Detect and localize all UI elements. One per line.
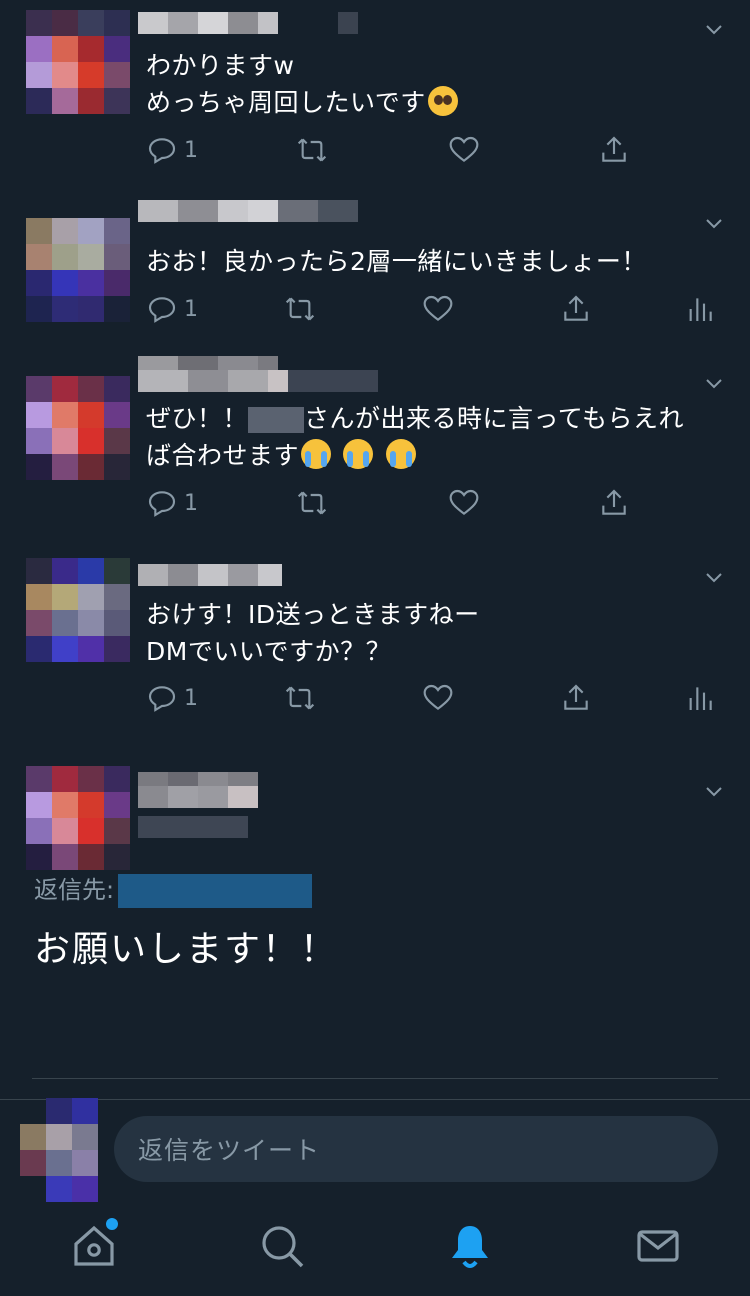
share-icon: [564, 295, 588, 321]
like-icon: [449, 489, 479, 516]
tweet-text: ぜひ！！ さんが出来る時に言ってもらえれ ば合わせます: [146, 404, 685, 470]
reply-count: 1: [184, 685, 198, 711]
handle-obscured: [138, 786, 258, 808]
reply-count: 1: [184, 490, 198, 516]
reply-button[interactable]: 1: [146, 292, 198, 326]
avatar[interactable]: [26, 218, 130, 322]
crying-face-emoji: [385, 439, 416, 469]
notification-dot: [106, 1218, 118, 1230]
like-icon: [423, 295, 453, 322]
retweet-icon: [285, 297, 315, 321]
chevron-down-icon[interactable]: [706, 376, 722, 392]
avatar[interactable]: [26, 376, 130, 480]
nav-messages[interactable]: [634, 1222, 682, 1270]
bottom-navigation: [0, 1208, 750, 1288]
like-icon: [449, 136, 479, 163]
bell-icon: [452, 1226, 488, 1268]
chevron-down-icon[interactable]: [706, 784, 722, 800]
reply-button[interactable]: 1: [146, 133, 198, 167]
reply-icon: [148, 297, 176, 323]
retweet-icon: [285, 686, 315, 710]
share-icon: [602, 136, 626, 162]
username-obscured: [138, 370, 378, 392]
tweet-text: おお！良かったら2層一緒にいきましょー！: [146, 247, 647, 276]
reply-count: 1: [184, 137, 198, 163]
share-icon: [564, 684, 588, 710]
tweet-text: おけす！ID送っときますねー DMでいいですか？？: [146, 600, 480, 666]
tweet-actions: 1: [146, 681, 726, 717]
tweet-actions: 1: [146, 133, 726, 169]
chevron-down-icon[interactable]: [706, 216, 722, 232]
like-button[interactable]: [422, 292, 454, 326]
share-button[interactable]: [598, 133, 630, 167]
share-button[interactable]: [560, 681, 592, 715]
like-button[interactable]: [448, 486, 480, 520]
focused-tweet-text: お願いします！！: [34, 929, 339, 970]
share-button[interactable]: [560, 292, 592, 326]
tweet-actions: 1: [146, 486, 726, 522]
crying-face-emoji: [343, 439, 374, 469]
retweet-icon: [297, 491, 327, 515]
crying-face-emoji: [301, 439, 332, 469]
like-icon: [423, 684, 453, 711]
tweet-actions: 1: [146, 292, 726, 328]
username-obscured: [138, 200, 358, 222]
reply-count: 1: [184, 296, 198, 322]
retweet-button[interactable]: [296, 486, 328, 520]
analytics-button[interactable]: [684, 681, 716, 715]
reply-to: 返信先:: [34, 870, 313, 908]
divider: [32, 1078, 718, 1079]
like-button[interactable]: [448, 133, 480, 167]
reply-input[interactable]: [114, 1116, 680, 1184]
chevron-down-icon[interactable]: [706, 570, 722, 586]
mention-obscured: [248, 407, 305, 433]
like-button[interactable]: [422, 681, 454, 715]
analytics-button[interactable]: [684, 292, 716, 326]
reply-icon: [148, 686, 176, 712]
tweet-text: わかりますw めっちゃ周回したいです: [146, 47, 460, 121]
mail-icon: [637, 1230, 679, 1262]
search-icon: [262, 1226, 304, 1268]
avatar[interactable]: [26, 766, 130, 870]
retweet-button[interactable]: [296, 133, 328, 167]
retweet-icon: [297, 138, 327, 162]
reply-composer[interactable]: [114, 1116, 718, 1184]
reply-button[interactable]: 1: [146, 681, 198, 715]
share-button[interactable]: [598, 486, 630, 520]
nav-search[interactable]: [258, 1222, 306, 1270]
pleading-face-emoji: [427, 86, 458, 116]
reply-to-handle-obscured[interactable]: [118, 874, 313, 908]
handle-obscured: [138, 816, 248, 838]
reply-icon: [148, 138, 176, 164]
username-obscured: [138, 564, 282, 586]
reply-icon: [148, 491, 176, 517]
avatar[interactable]: [26, 10, 130, 114]
reply-to-label: 返信先:: [34, 876, 115, 904]
chevron-down-icon[interactable]: [706, 22, 722, 38]
analytics-icon: [689, 298, 712, 321]
reply-button[interactable]: 1: [146, 486, 198, 520]
retweet-button[interactable]: [284, 292, 316, 326]
nav-home[interactable]: [70, 1218, 118, 1270]
share-icon: [602, 489, 626, 515]
analytics-icon: [689, 687, 712, 710]
username-obscured: [138, 12, 358, 34]
retweet-button[interactable]: [284, 681, 316, 715]
composer-avatar: [20, 1098, 124, 1202]
avatar[interactable]: [26, 558, 130, 662]
nav-notifications[interactable]: [446, 1222, 494, 1270]
